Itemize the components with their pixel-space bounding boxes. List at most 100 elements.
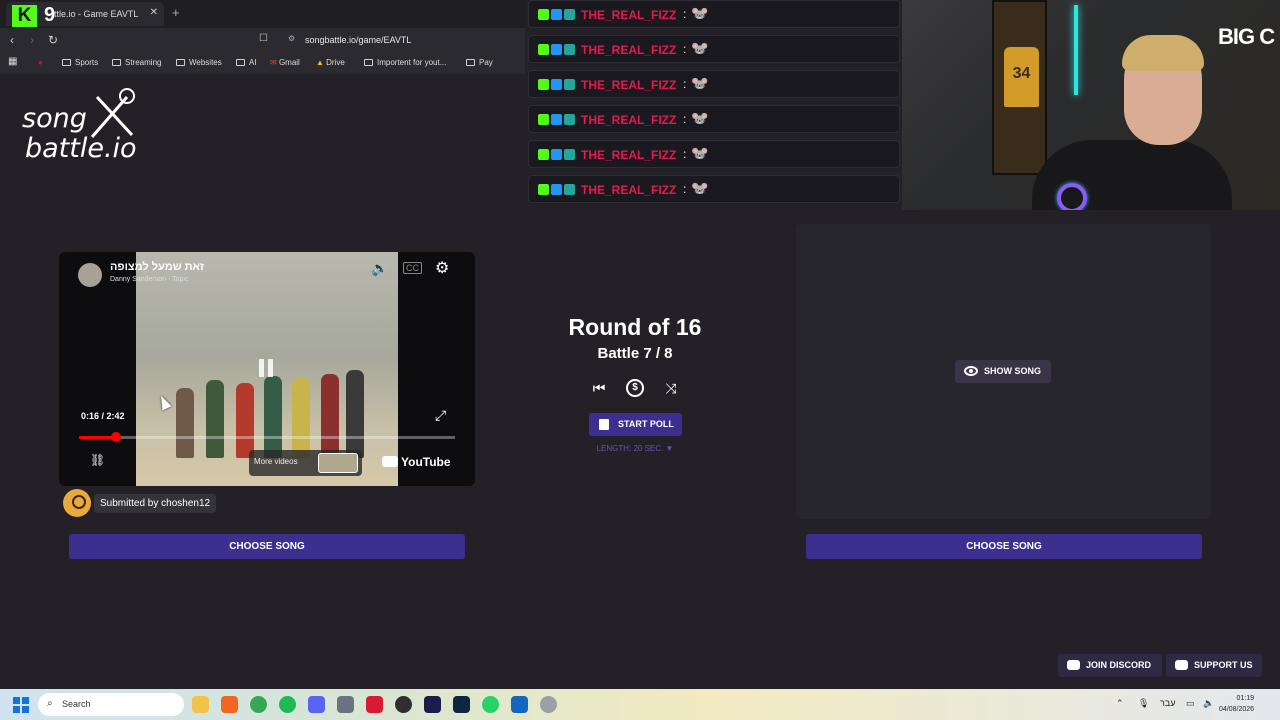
windows-taskbar: ⌕ Search ⌃ 🎙 עבר ▭ 🔈 01:19 04/08/2026 bbox=[0, 689, 1280, 720]
show-song-button[interactable]: SHOW SONG bbox=[955, 360, 1051, 383]
youtube-player[interactable]: זאת שמעל למצופה Danny Sanderson - Topic … bbox=[59, 252, 475, 486]
video-progress-bar[interactable] bbox=[79, 432, 455, 442]
kick-badge-icon bbox=[538, 44, 549, 55]
bookmark-streaming[interactable]: Streaming bbox=[112, 58, 161, 67]
bookmark-sports[interactable]: Sports bbox=[62, 58, 98, 67]
bookmark-websites[interactable]: Websites bbox=[176, 58, 222, 67]
clock-date: 04/08/2026 bbox=[1219, 706, 1255, 713]
headset-icon bbox=[1057, 183, 1087, 210]
settings-icon[interactable] bbox=[337, 696, 354, 713]
more-videos-thumbnail bbox=[318, 453, 358, 473]
taskbar-search-label: Search bbox=[62, 699, 91, 709]
settings-gear-icon[interactable]: ⚙ bbox=[435, 258, 449, 278]
subscriber-badge-icon bbox=[551, 9, 562, 20]
channel-avatar[interactable] bbox=[78, 263, 102, 287]
chat-username: THE_REAL_FIZZ bbox=[581, 8, 677, 22]
bookmark-drive[interactable]: ▲ Drive bbox=[316, 58, 345, 67]
pause-icon[interactable] bbox=[257, 359, 277, 379]
chat-username: THE_REAL_FIZZ bbox=[581, 113, 677, 127]
gear-app-icon[interactable] bbox=[540, 696, 557, 713]
coin-icon[interactable]: $ bbox=[626, 379, 644, 397]
start-poll-button[interactable]: START POLL bbox=[589, 413, 682, 436]
tray-chevron-icon[interactable]: ⌃ bbox=[1116, 698, 1124, 709]
folder-icon bbox=[62, 59, 71, 66]
emote-icon: 🐭 bbox=[691, 5, 709, 21]
volume-tray-icon[interactable]: 🔈 bbox=[1203, 698, 1214, 709]
progress-scrubber[interactable] bbox=[110, 432, 121, 442]
app-red-icon[interactable] bbox=[366, 696, 383, 713]
support-us-label: SUPPORT US bbox=[1194, 660, 1253, 670]
chat-username: THE_REAL_FIZZ bbox=[581, 43, 677, 57]
obs-icon[interactable] bbox=[395, 696, 412, 713]
stream-chat-overlay: THE_REAL_FIZZ : 🐭 THE_REAL_FIZZ : 🐭 THE_… bbox=[525, 0, 902, 208]
url-input[interactable]: ⚙ songbattle.io/game/EAVTL bbox=[280, 31, 525, 49]
eye-icon bbox=[964, 366, 978, 376]
whatsapp-icon[interactable] bbox=[482, 696, 499, 713]
microphone-tray-icon[interactable]: 🎙 bbox=[1138, 698, 1149, 709]
chat-separator: : bbox=[683, 7, 687, 21]
apps-grid-icon[interactable]: ▦ bbox=[8, 56, 17, 67]
youtube-bookmark-icon[interactable]: ● bbox=[38, 58, 43, 67]
previous-battle-icon[interactable]: ⏮ bbox=[590, 379, 608, 397]
address-bar: ‹ › ↻ ☐ ⚙ songbattle.io/game/EAVTL bbox=[0, 28, 525, 52]
bookmark-gmail[interactable]: ✉ Gmail bbox=[270, 58, 300, 67]
emote-icon: 🐭 bbox=[691, 75, 709, 91]
reload-icon[interactable]: ↻ bbox=[48, 33, 58, 47]
notepad-icon[interactable] bbox=[511, 696, 528, 713]
support-us-button[interactable]: SUPPORT US bbox=[1166, 654, 1262, 677]
bookmark-pay[interactable]: Pay bbox=[466, 58, 493, 67]
captions-icon[interactable]: CC bbox=[403, 262, 422, 274]
chat-message: THE_REAL_FIZZ : 🐭 bbox=[528, 105, 900, 133]
photoshop-icon[interactable] bbox=[453, 696, 470, 713]
chat-message: THE_REAL_FIZZ : 🐭 bbox=[528, 175, 900, 203]
brave-icon[interactable] bbox=[221, 696, 238, 713]
url-text: songbattle.io/game/EAVTL bbox=[305, 35, 412, 45]
emote-icon: 🐭 bbox=[691, 180, 709, 196]
chat-message: THE_REAL_FIZZ : 🐭 bbox=[528, 35, 900, 63]
bookmark-importent[interactable]: Importent for yout... bbox=[364, 58, 446, 67]
submitted-by-text: Submitted by choshen12 bbox=[94, 493, 217, 513]
og-badge-icon bbox=[564, 44, 575, 55]
forward-icon[interactable]: › bbox=[30, 33, 34, 47]
webcam-feed: 34 BIG C bbox=[902, 0, 1280, 210]
spotify-icon[interactable] bbox=[279, 696, 296, 713]
file-explorer-icon[interactable] bbox=[192, 696, 209, 713]
language-indicator[interactable]: עבר bbox=[1160, 698, 1175, 708]
site-info-icon[interactable]: ⚙ bbox=[288, 34, 295, 43]
youtube-logo[interactable]: YouTube bbox=[382, 455, 451, 469]
volume-icon[interactable]: 🔊 bbox=[371, 260, 388, 277]
close-tab-icon[interactable]: ✕ bbox=[150, 7, 158, 18]
choose-song-right-button[interactable]: CHOOSE SONG bbox=[806, 534, 1202, 559]
folder-icon bbox=[112, 59, 121, 66]
shuffle-icon[interactable]: ⤨ bbox=[662, 379, 680, 397]
discord-taskbar-icon[interactable] bbox=[308, 696, 325, 713]
video-channel[interactable]: Danny Sanderson - Topic bbox=[110, 276, 188, 283]
chat-message: THE_REAL_FIZZ : 🐭 bbox=[528, 0, 900, 28]
link-icon[interactable]: ⛓ bbox=[90, 453, 105, 467]
more-videos-button[interactable]: More videos bbox=[249, 450, 362, 476]
start-poll-label: START POLL bbox=[618, 419, 674, 429]
network-icon[interactable]: ▭ bbox=[1186, 698, 1195, 709]
back-icon[interactable]: ‹ bbox=[10, 33, 14, 47]
fullscreen-icon[interactable]: ⤢ bbox=[435, 407, 446, 424]
taskbar-search[interactable]: ⌕ Search bbox=[38, 693, 184, 716]
poll-length-select[interactable]: LENGTH: 20 SEC. ▼ bbox=[560, 444, 710, 453]
choose-song-left-button[interactable]: CHOOSE SONG bbox=[69, 534, 465, 559]
folder-icon bbox=[236, 59, 245, 66]
bookmark-ai[interactable]: AI bbox=[236, 58, 257, 67]
folder-icon bbox=[466, 59, 475, 66]
premiere-icon[interactable] bbox=[424, 696, 441, 713]
bookmark-star-icon[interactable]: ☐ bbox=[259, 33, 268, 44]
kick-counter: 9 bbox=[44, 4, 56, 26]
new-tab-button[interactable]: + bbox=[172, 5, 180, 20]
video-title[interactable]: זאת שמעל למצופה bbox=[110, 261, 204, 273]
chrome-icon[interactable] bbox=[250, 696, 267, 713]
video-figure bbox=[176, 388, 194, 458]
songbattle-logo[interactable]: song battle.io bbox=[20, 88, 150, 170]
kick-badge-icon bbox=[538, 184, 549, 195]
windows-start-icon[interactable] bbox=[13, 697, 29, 713]
taskbar-clock[interactable]: 01:19 04/08/2026 bbox=[1219, 693, 1254, 715]
join-discord-button[interactable]: JOIN DISCORD bbox=[1058, 654, 1162, 677]
gmail-icon: ✉ bbox=[270, 58, 279, 67]
channel-logo: BIG C bbox=[1218, 24, 1275, 49]
